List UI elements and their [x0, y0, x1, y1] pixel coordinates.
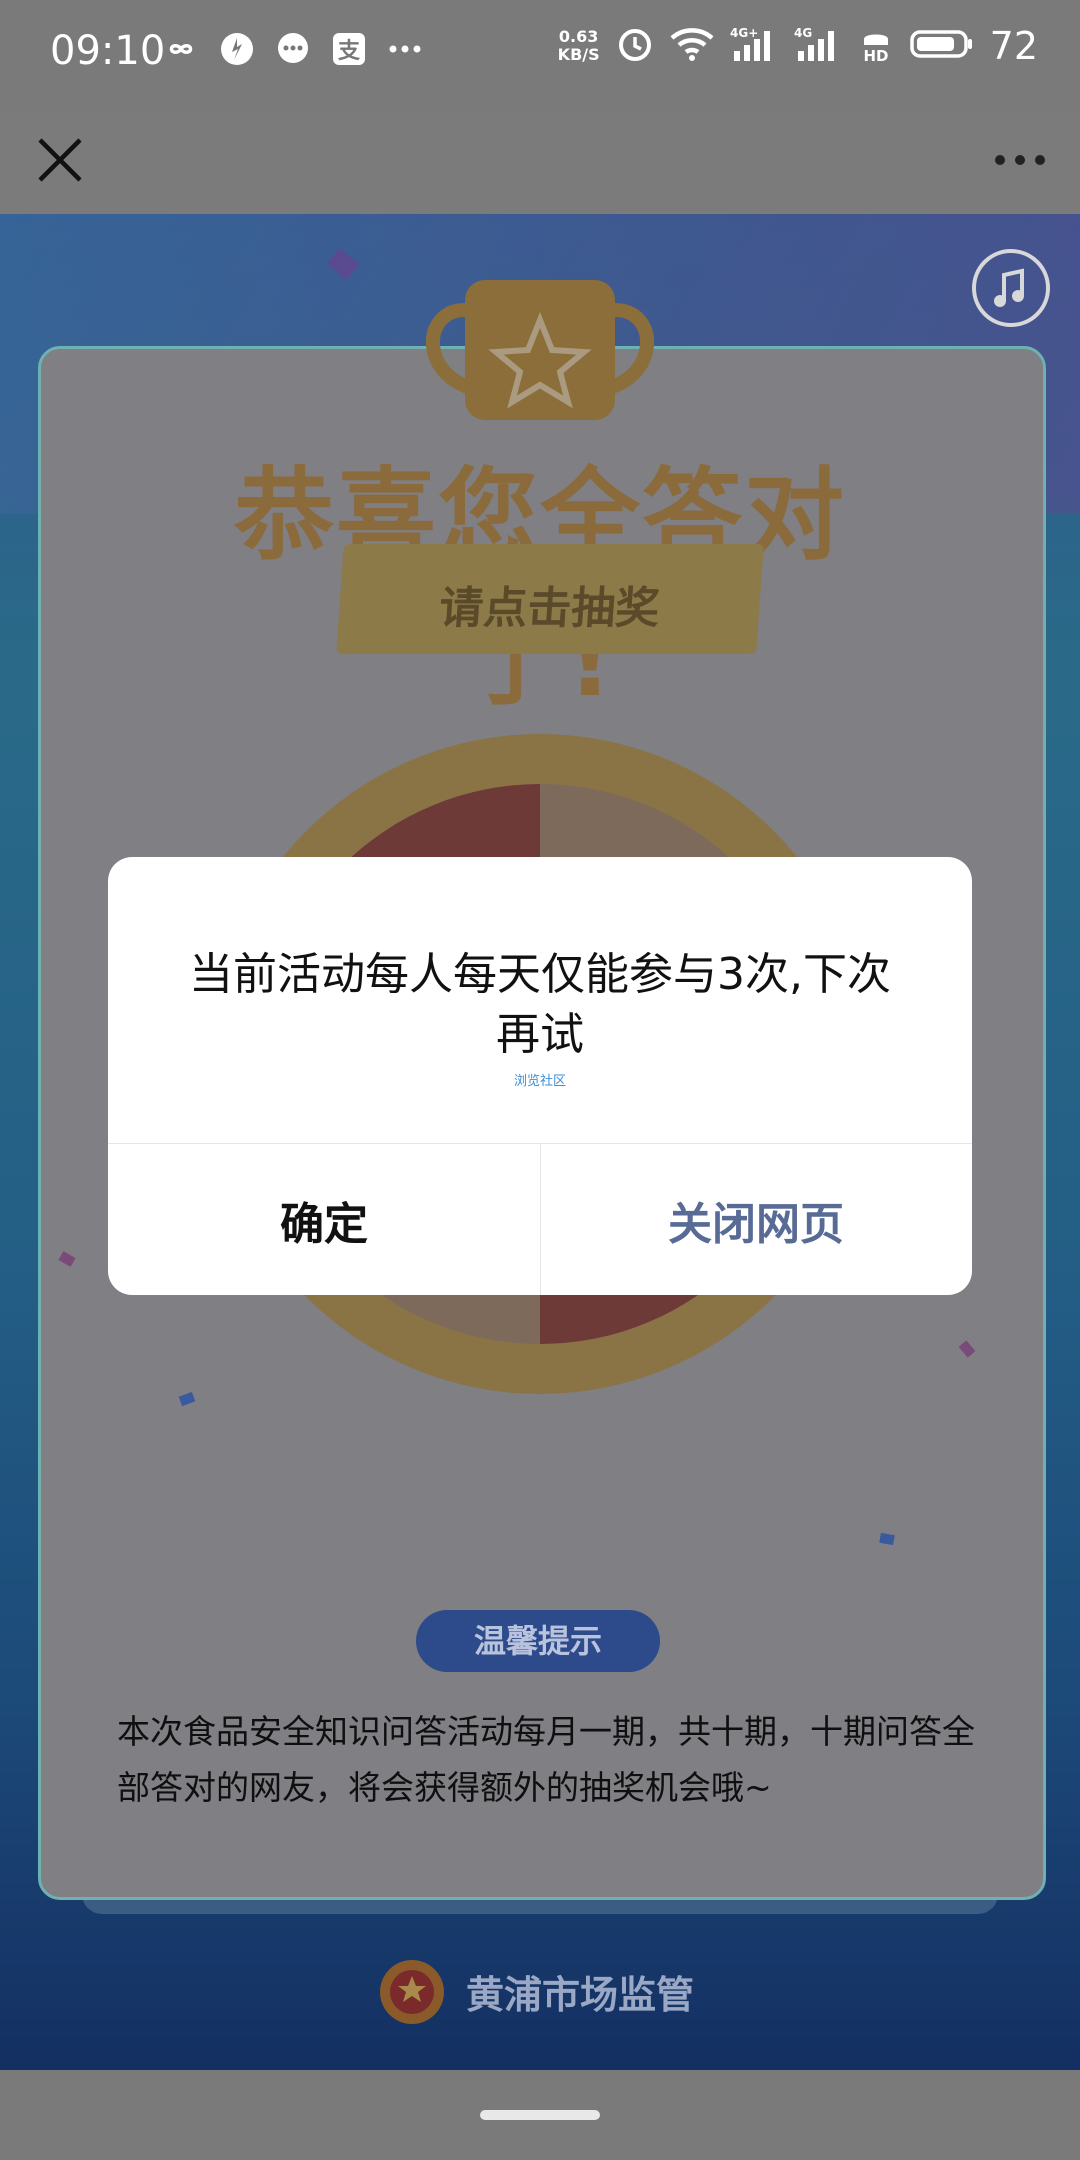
net-speed-unit: KB/S: [557, 45, 600, 64]
more-notifications-icon: [386, 30, 424, 68]
app-notification-icon: [218, 30, 256, 68]
activity-description: 本次食品安全知识问答活动每月一期，共十期，十期问答全部答对的网友，将会获得额外的…: [117, 1712, 975, 1807]
hd-voice-icon: HD: [858, 25, 894, 67]
dialog-message: 当前活动每人每天仅能参与3次,下次再试: [189, 949, 891, 1060]
signal-4g-plus-icon: 4G+: [730, 25, 778, 67]
net-speed-value: 0.63: [558, 27, 599, 46]
confetti: [326, 247, 360, 281]
music-icon[interactable]: [972, 249, 1050, 327]
svg-text:支: 支: [338, 39, 361, 64]
more-icon[interactable]: [990, 130, 1050, 190]
wifi-icon: [670, 26, 714, 66]
status-left-icons: 支: [162, 30, 424, 68]
close-icon[interactable]: [30, 130, 90, 190]
status-right: 0.63 KB/S 4G+ 4G HD 72: [558, 24, 1038, 68]
signal-4g-icon: 4G: [794, 25, 842, 67]
footer-org: 黄浦市场监管: [466, 1973, 695, 2017]
status-bar: 09:10 支 0.63 KB/S 4G+ 4G HD 72: [0, 0, 1080, 110]
alarm-icon: [616, 25, 654, 67]
alipay-icon: 支: [330, 30, 368, 68]
confirm-button[interactable]: 确定: [108, 1144, 540, 1295]
net-speed: 0.63 KB/S: [558, 28, 600, 64]
dialog-source: 浏览社区: [513, 1074, 566, 1089]
webview-nav-bar: [0, 110, 1080, 214]
svg-text:4G+: 4G+: [730, 26, 758, 40]
svg-text:HD: HD: [863, 47, 888, 63]
close-page-button[interactable]: 关闭网页: [540, 1144, 972, 1295]
emblem-icon: [376, 1954, 448, 2034]
message-icon: [274, 30, 312, 68]
gesture-bar: [0, 2070, 1080, 2160]
svg-text:4G: 4G: [794, 26, 812, 40]
home-indicator[interactable]: [480, 2110, 600, 2120]
tip-badge: 温馨提示: [416, 1610, 660, 1672]
limit-dialog: 当前活动每人每天仅能参与3次,下次再试 浏览社区 确定 关闭网页: [108, 857, 972, 1295]
battery-level: 72: [989, 24, 1038, 68]
battery-icon: [909, 28, 974, 64]
draw-ribbon[interactable]: 请点击抽奖: [336, 544, 764, 654]
status-time: 09:10: [50, 28, 166, 74]
infinity-icon: [162, 30, 200, 68]
ribbon-label: 请点击抽奖: [437, 583, 662, 634]
